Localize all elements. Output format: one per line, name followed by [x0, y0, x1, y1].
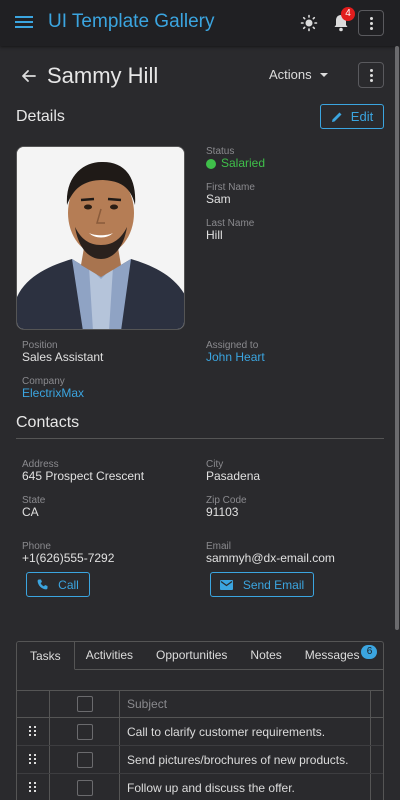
company-field: Company ElectrixMax — [22, 376, 84, 400]
phone-value: +1(626)555-7292 — [22, 551, 115, 565]
more-vertical-icon — [369, 16, 373, 20]
drag-column-header — [17, 691, 50, 717]
assigned-to-link[interactable]: John Heart — [206, 351, 265, 364]
back-arrow-icon[interactable] — [20, 67, 38, 85]
more-options-button[interactable] — [358, 10, 384, 36]
status-dot-icon — [206, 158, 216, 169]
status-text: Salaried — [221, 156, 266, 170]
app-title[interactable]: UI Template Gallery — [48, 11, 215, 33]
caret-down-icon — [319, 72, 328, 77]
company-link[interactable]: ElectrixMax — [22, 387, 84, 400]
tab-bar: Tasks Activities Opportunities Notes Mes… — [17, 642, 383, 670]
tab-messages-label: Messages — [304, 648, 360, 662]
more-vertical-icon — [369, 68, 373, 72]
row-select-cell — [50, 746, 120, 773]
drag-grip-icon — [29, 782, 37, 793]
row-select-cell — [50, 718, 120, 745]
edit-button[interactable]: Edit — [320, 104, 384, 129]
tasks-grid: Subject Call to clarify customer require… — [17, 690, 383, 800]
subject-column-header[interactable]: Subject — [120, 691, 371, 717]
sun-icon[interactable] — [300, 14, 318, 32]
drag-handle[interactable] — [17, 746, 50, 773]
messages-badge: 6 — [361, 645, 378, 659]
send-email-label: Send Email — [242, 577, 305, 592]
table-row[interactable]: Send pictures/brochures of new products. — [17, 746, 383, 774]
tab-notes[interactable]: Notes — [239, 642, 293, 669]
drag-handle[interactable] — [17, 774, 50, 800]
call-label: Call — [58, 577, 79, 592]
position-field: Position Sales Assistant — [22, 340, 103, 364]
phone-icon — [37, 579, 48, 590]
email-field: Email sammyh@dx-email.com — [206, 541, 335, 565]
notification-badge: 4 — [341, 7, 355, 21]
table-row[interactable]: Follow up and discuss the offer. — [17, 774, 383, 800]
phone-field: Phone +1(626)555-7292 — [22, 541, 114, 565]
last-name-value: Hill — [206, 228, 223, 242]
tab-tasks[interactable]: Tasks — [17, 642, 75, 670]
profile-more-button[interactable] — [358, 62, 384, 88]
row-checkbox[interactable] — [76, 779, 93, 796]
position-value: Sales Assistant — [22, 350, 104, 364]
contacts-divider — [16, 438, 384, 439]
zip-value: 91103 — [206, 505, 239, 519]
top-app-bar: UI Template Gallery 4 — [0, 0, 400, 46]
select-all-cell — [50, 691, 120, 717]
details-section-title: Details — [16, 108, 65, 125]
menu-icon[interactable] — [14, 13, 34, 33]
call-button[interactable]: Call — [26, 572, 90, 597]
tab-opportunities[interactable]: Opportunities — [145, 642, 239, 669]
tab-messages[interactable]: Messages 6 — [294, 642, 378, 669]
task-subject: Call to clarify customer requirements. — [120, 718, 371, 745]
row-checkbox[interactable] — [76, 723, 93, 740]
grid-header-row: Subject — [17, 690, 383, 718]
email-value: sammyh@dx-email.com — [206, 551, 335, 565]
drag-grip-icon — [29, 754, 37, 765]
actions-dropdown[interactable]: Actions — [269, 67, 328, 82]
drag-handle[interactable] — [17, 718, 50, 745]
status-field: Status Salaried — [206, 146, 265, 170]
table-row[interactable]: Call to clarify customer requirements. — [17, 718, 383, 746]
address-value: 645 Prospect Crescent — [22, 469, 145, 483]
page-scrollbar[interactable] — [395, 46, 399, 630]
task-subject: Send pictures/brochures of new products. — [120, 746, 371, 773]
status-value: Salaried — [206, 157, 265, 170]
state-field: State CA — [22, 495, 45, 519]
address-field: Address 645 Prospect Crescent — [22, 459, 144, 483]
task-subject: Follow up and discuss the offer. — [120, 774, 371, 800]
tabs-panel: Tasks Activities Opportunities Notes Mes… — [16, 641, 384, 800]
zip-field: Zip Code 91103 — [206, 495, 247, 519]
profile-photo — [16, 146, 185, 330]
city-field: City Pasadena — [206, 459, 260, 483]
row-select-cell — [50, 774, 120, 800]
tab-activities[interactable]: Activities — [75, 642, 145, 669]
actions-label: Actions — [269, 67, 312, 82]
send-email-button[interactable]: Send Email — [210, 572, 314, 597]
last-name-field: Last Name Hill — [206, 218, 254, 242]
drag-grip-icon — [29, 726, 37, 737]
first-name-value: Sam — [206, 192, 231, 206]
page-title: Sammy Hill — [47, 63, 159, 88]
envelope-icon — [219, 579, 233, 590]
row-checkbox[interactable] — [76, 751, 93, 768]
city-value: Pasadena — [206, 469, 261, 483]
first-name-field: First Name Sam — [206, 182, 255, 206]
contacts-section-title: Contacts — [16, 414, 80, 431]
assigned-to-field: Assigned to John Heart — [206, 340, 265, 364]
state-value: CA — [22, 505, 39, 519]
edit-label: Edit — [350, 109, 374, 124]
pencil-icon — [331, 112, 342, 122]
select-all-checkbox[interactable] — [76, 696, 93, 712]
